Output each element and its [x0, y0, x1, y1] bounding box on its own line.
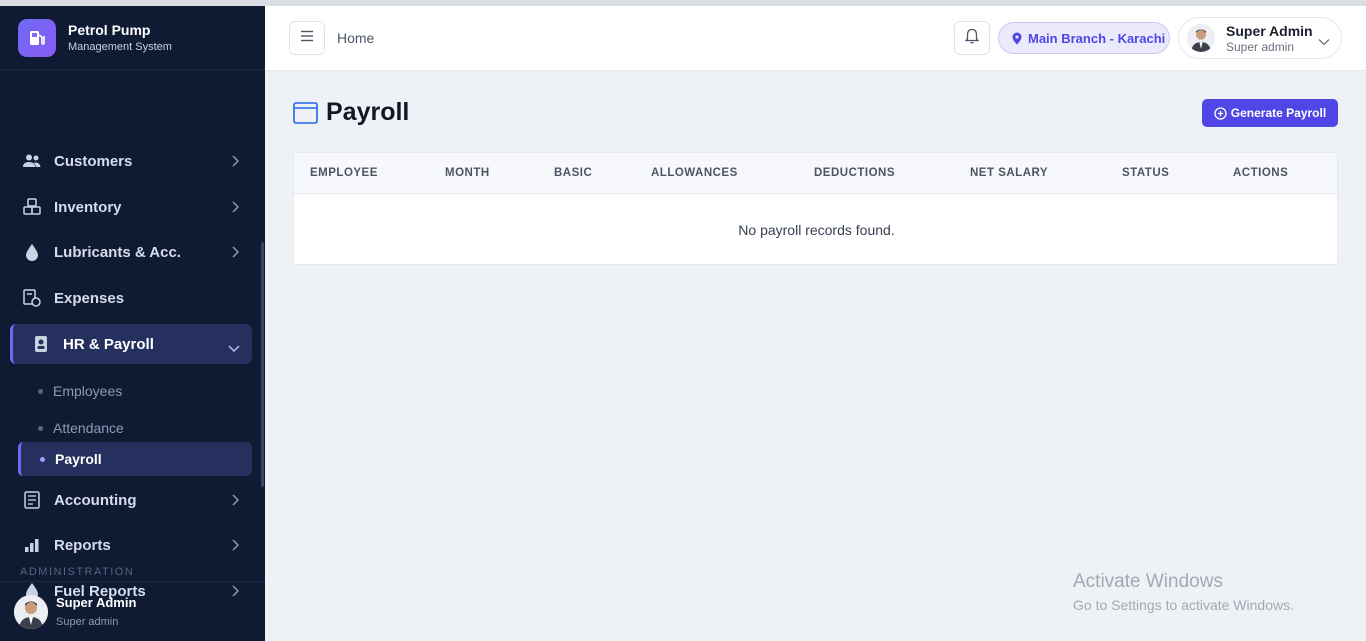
sidebar-item-label: Accounting [54, 491, 137, 509]
sidebar-item-reports[interactable]: Reports [0, 525, 265, 565]
ledger-icon [22, 490, 42, 510]
sidebar-subitem-label: Attendance [53, 420, 124, 436]
chevron-down-icon [1318, 33, 1330, 51]
sidebar-item-label: HR & Payroll [63, 335, 154, 353]
sidebar-user-name: Super Admin [56, 595, 137, 610]
generate-payroll-label: Generate Payroll [1230, 106, 1327, 120]
sidebar-item-label: Lubricants & Acc. [54, 243, 181, 261]
user-menu[interactable]: Super Admin Super admin [1178, 17, 1342, 59]
chevron-right-icon [231, 200, 240, 217]
sidebar-item-inventory[interactable]: Inventory [0, 187, 265, 227]
sidebar-item-accounting[interactable]: Accounting [0, 480, 265, 520]
column-header-net-salary[interactable]: NET SALARY [970, 167, 1048, 179]
brand[interactable]: Petrol Pump Management System [0, 6, 265, 70]
users-icon [22, 151, 42, 171]
id-badge-icon [31, 334, 51, 354]
sidebar-item-lubricants[interactable]: Lubricants & Acc. [0, 232, 265, 272]
sidebar-item-label: Expenses [54, 289, 125, 307]
wallet-icon [293, 101, 318, 124]
column-header-month[interactable]: MONTH [445, 167, 490, 179]
sidebar: Petrol Pump Management System Customers … [0, 6, 265, 641]
generate-payroll-button[interactable]: Generate Payroll [1202, 99, 1338, 127]
hamburger-icon [300, 29, 314, 47]
chevron-right-icon [231, 154, 240, 171]
page-title: Payroll [326, 98, 410, 126]
sidebar-subitem-payroll[interactable]: Payroll [18, 442, 252, 476]
empty-state-message: No payroll records found. [738, 222, 895, 238]
payroll-table: EMPLOYEE MONTH BASIC ALLOWANCES DEDUCTIO… [293, 152, 1338, 265]
sidebar-item-expenses[interactable]: Expenses [0, 278, 265, 318]
sidebar-subitem-attendance[interactable]: Attendance [38, 413, 124, 443]
fuel-pump-icon [18, 18, 56, 57]
bullet-icon [38, 425, 43, 431]
chevron-down-icon [228, 339, 240, 356]
menu-toggle-button[interactable] [289, 21, 325, 55]
sidebar-item-label: Inventory [54, 198, 122, 216]
sidebar-item-customers[interactable]: Customers [0, 141, 265, 181]
sidebar-user-profile[interactable]: Super Admin Super admin [0, 581, 265, 641]
watermark-subtitle: Go to Settings to activate Windows. [1073, 597, 1294, 613]
chevron-right-icon [231, 538, 240, 555]
top-header: Home Main Branch - Karachi Super Admin S… [265, 6, 1366, 71]
column-header-employee[interactable]: EMPLOYEE [310, 167, 378, 179]
activate-windows-watermark: Activate Windows Go to Settings to activ… [1073, 571, 1294, 613]
sidebar-user-role: Super admin [56, 616, 119, 628]
bullet-icon [38, 388, 43, 394]
notifications-button[interactable] [954, 21, 990, 55]
sidebar-item-label: Customers [54, 152, 133, 170]
page-header: Payroll [293, 98, 409, 127]
avatar [1187, 24, 1215, 52]
bell-icon [964, 28, 980, 49]
sidebar-subitem-label: Payroll [55, 451, 102, 467]
brand-subtitle: Management System [68, 41, 172, 53]
sidebar-item-hr-payroll[interactable]: HR & Payroll [10, 324, 252, 364]
branch-name: Main Branch - Karachi [1028, 30, 1166, 46]
drop-icon [22, 242, 42, 262]
column-header-actions[interactable]: ACTIONS [1233, 167, 1288, 179]
watermark-title: Activate Windows [1073, 571, 1223, 592]
column-header-basic[interactable]: BASIC [554, 167, 592, 179]
sidebar-subitem-label: Employees [53, 383, 123, 399]
map-pin-icon [1012, 32, 1022, 45]
column-header-allowances[interactable]: ALLOWANCES [651, 167, 738, 179]
brand-title: Petrol Pump [68, 22, 151, 38]
chevron-right-icon [231, 245, 240, 262]
boxes-icon [22, 197, 42, 217]
sidebar-scrollbar[interactable] [261, 242, 264, 487]
column-header-deductions[interactable]: DEDUCTIONS [814, 167, 895, 179]
user-role: Super admin [1226, 39, 1295, 54]
avatar [14, 594, 48, 629]
plus-circle-icon [1214, 106, 1227, 120]
sidebar-subitem-employees[interactable]: Employees [38, 376, 122, 406]
bar-chart-icon [22, 535, 42, 555]
section-label-administration: ADMINISTRATION [20, 566, 135, 578]
table-header: EMPLOYEE MONTH BASIC ALLOWANCES DEDUCTIO… [294, 153, 1337, 194]
user-name: Super Admin [1226, 22, 1313, 39]
column-header-status[interactable]: STATUS [1122, 167, 1169, 179]
receipt-icon [22, 288, 42, 308]
branch-selector[interactable]: Main Branch - Karachi [998, 22, 1170, 54]
breadcrumb[interactable]: Home [337, 30, 374, 46]
chevron-right-icon [231, 493, 240, 510]
sidebar-item-label: Reports [54, 536, 111, 554]
bullet-icon [40, 456, 45, 462]
